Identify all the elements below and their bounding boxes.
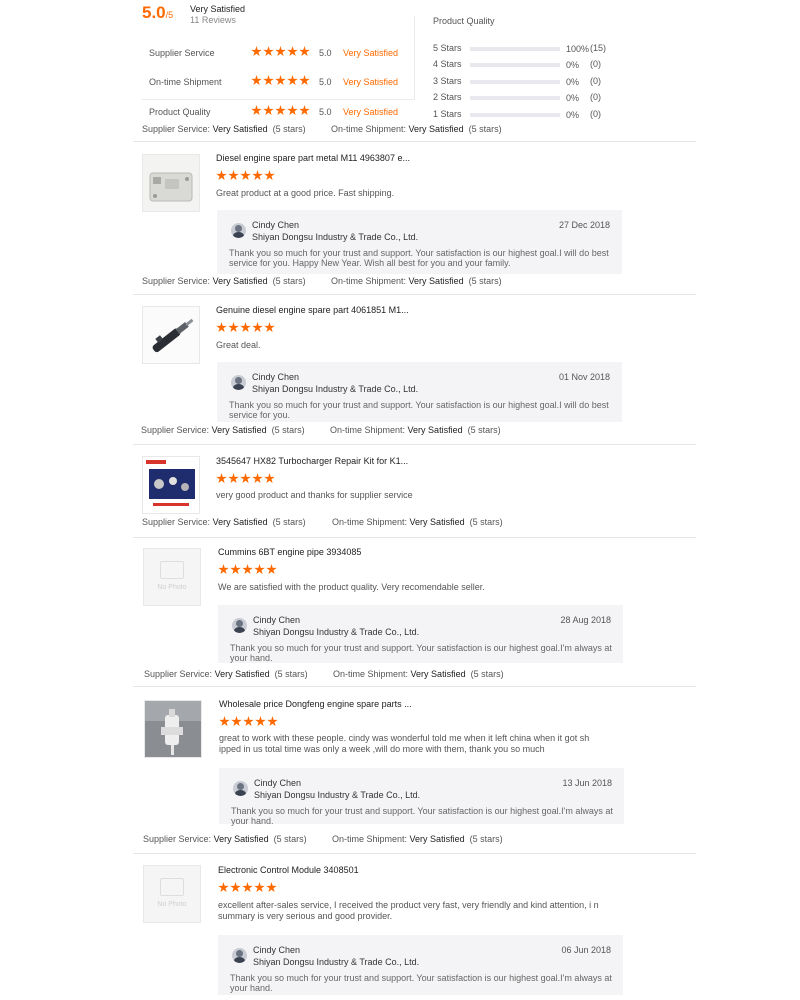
divider [133, 294, 696, 295]
avatar [232, 618, 247, 633]
review-text: great to work with these people. cindy w… [219, 733, 590, 754]
review-rating-stars [219, 716, 278, 727]
reply-company: Shiyan Dongsu Industry & Trade Co., Ltd. [252, 384, 419, 394]
dimension-ratings: Supplier Service 5.0 Very Satisfied On-t… [142, 16, 415, 117]
rating-stars [251, 46, 310, 57]
engine-module-image [143, 155, 199, 211]
distribution-row[interactable]: 2 Stars 0% (0) [433, 92, 633, 104]
review-text: Great product at a good price. Fast ship… [216, 188, 395, 198]
product-title-link[interactable]: Genuine diesel engine spare part 4061851… [216, 305, 409, 315]
distribution-bar [470, 113, 560, 117]
divider [133, 141, 696, 142]
review-ontime-shipment: On-time Shipment: Very Satisfied (5 star… [330, 425, 501, 435]
product-title-link[interactable]: Diesel engine spare part metal M11 49638… [216, 153, 410, 163]
divider [133, 537, 696, 538]
review-supplier-service: Supplier Service: Very Satisfied (5 star… [142, 517, 306, 527]
review-text: Great deal. [216, 340, 261, 350]
dimension-row: Product Quality 5.0 Very Satisfied [149, 105, 399, 117]
review-supplier-service: Supplier Service: Very Satisfied (5 star… [143, 834, 307, 844]
review-text: excellent after-sales service, I receive… [218, 900, 599, 921]
product-thumbnail[interactable]: No Photo [143, 548, 201, 606]
product-title-link[interactable]: Cummins 6BT engine pipe 3934085 [218, 547, 361, 557]
reply-text: Thank you so much for your trust and sup… [231, 806, 613, 826]
reply-text: Thank you so much for your trust and sup… [230, 973, 612, 993]
review-text: very good product and thanks for supplie… [216, 490, 413, 500]
repair-kit-image [143, 457, 199, 513]
review-supplier-service: Supplier Service: Very Satisfied (5 star… [142, 276, 306, 286]
review-rating-stars [218, 882, 277, 893]
reply-date: 06 Jun 2018 [561, 945, 611, 955]
pump-part-image [145, 701, 201, 757]
distribution-row[interactable]: 4 Stars 0% (0) [433, 59, 633, 71]
rating-stars [251, 75, 310, 86]
avatar [231, 223, 246, 238]
divider [133, 686, 696, 687]
distribution-bar [470, 80, 560, 84]
image-placeholder-icon [160, 878, 184, 896]
dimension-row: Supplier Service 5.0 Very Satisfied [149, 46, 399, 58]
overall-score-label: Very Satisfied [190, 4, 246, 14]
rating-summary: 5.0/5 Very Satisfied 11 Reviews Supplier… [0, 0, 800, 140]
avatar [231, 375, 246, 390]
reply-text: Thank you so much for your trust and sup… [230, 643, 612, 663]
distribution-row[interactable]: 1 Stars 0% (0) [433, 109, 633, 121]
distribution-bar [470, 47, 560, 51]
reply-company: Shiyan Dongsu Industry & Trade Co., Ltd. [254, 790, 421, 800]
reply-author: Cindy Chen [252, 372, 300, 382]
supplier-reply: Cindy Chen Shiyan Dongsu Industry & Trad… [217, 210, 622, 274]
divider [133, 444, 696, 445]
distribution-row[interactable]: 5 Stars 100% (15) [433, 43, 633, 55]
summary-ontime-shipment: On-time Shipment: Very Satisfied (5 star… [331, 124, 502, 134]
review-rating-stars [218, 564, 277, 575]
product-title-link[interactable]: Electronic Control Module 3408501 [218, 865, 359, 875]
reply-author: Cindy Chen [254, 778, 302, 788]
product-title-link[interactable]: Wholesale price Dongfeng engine spare pa… [219, 699, 412, 709]
review-text: We are satisfied with the product qualit… [218, 582, 485, 592]
star-distribution: Product Quality 5 Stars 100% (15) 4 Star… [433, 16, 633, 120]
reply-date: 13 Jun 2018 [562, 778, 612, 788]
image-placeholder-icon [160, 561, 184, 579]
supplier-reply: Cindy Chen Shiyan Dongsu Industry & Trad… [217, 362, 622, 422]
product-thumbnail[interactable] [142, 306, 200, 364]
reply-author: Cindy Chen [252, 220, 300, 230]
reply-company: Shiyan Dongsu Industry & Trade Co., Ltd. [252, 232, 419, 242]
summary-supplier-service: Supplier Service: Very Satisfied (5 star… [142, 124, 306, 134]
reply-date: 28 Aug 2018 [560, 615, 611, 625]
distribution-title: Product Quality [433, 16, 495, 26]
review-ontime-shipment: On-time Shipment: Very Satisfied (5 star… [332, 834, 503, 844]
review-supplier-service: Supplier Service: Very Satisfied (5 star… [141, 425, 305, 435]
product-thumbnail[interactable] [142, 154, 200, 212]
distribution-bar [470, 96, 560, 100]
product-thumbnail[interactable] [142, 456, 200, 514]
avatar [233, 781, 248, 796]
reply-text: Thank you so much for your trust and sup… [229, 248, 609, 268]
review-supplier-service: Supplier Service: Very Satisfied (5 star… [144, 669, 308, 679]
review-rating-stars [216, 473, 275, 484]
review-rating-stars [216, 322, 275, 333]
review-ontime-shipment: On-time Shipment: Very Satisfied (5 star… [332, 517, 503, 527]
review-rating-stars [216, 170, 275, 181]
supplier-reply: Cindy Chen Shiyan Dongsu Industry & Trad… [218, 605, 623, 663]
reply-text: Thank you so much for your trust and sup… [229, 400, 609, 420]
reply-company: Shiyan Dongsu Industry & Trade Co., Ltd. [253, 957, 420, 967]
supplier-reply: Cindy Chen Shiyan Dongsu Industry & Trad… [219, 768, 624, 826]
distribution-row[interactable]: 3 Stars 0% (0) [433, 76, 633, 88]
reply-date: 27 Dec 2018 [558, 220, 610, 230]
review-ontime-shipment: On-time Shipment: Very Satisfied (5 star… [333, 669, 504, 679]
injector-image [143, 307, 199, 363]
avatar [232, 948, 247, 963]
supplier-reply: Cindy Chen Shiyan Dongsu Industry & Trad… [218, 935, 623, 995]
divider [133, 853, 696, 854]
reply-author: Cindy Chen [253, 945, 301, 955]
review-ontime-shipment: On-time Shipment: Very Satisfied (5 star… [331, 276, 502, 286]
product-title-link[interactable]: 3545647 HX82 Turbocharger Repair Kit for… [216, 456, 408, 466]
rating-stars [251, 105, 310, 116]
product-thumbnail[interactable]: No Photo [143, 865, 201, 923]
dimension-row: On-time Shipment 5.0 Very Satisfied [149, 75, 399, 87]
distribution-bar [470, 63, 560, 67]
product-thumbnail[interactable] [144, 700, 202, 758]
reply-date: 01 Nov 2018 [558, 372, 610, 382]
reply-company: Shiyan Dongsu Industry & Trade Co., Ltd. [253, 627, 420, 637]
reply-author: Cindy Chen [253, 615, 301, 625]
